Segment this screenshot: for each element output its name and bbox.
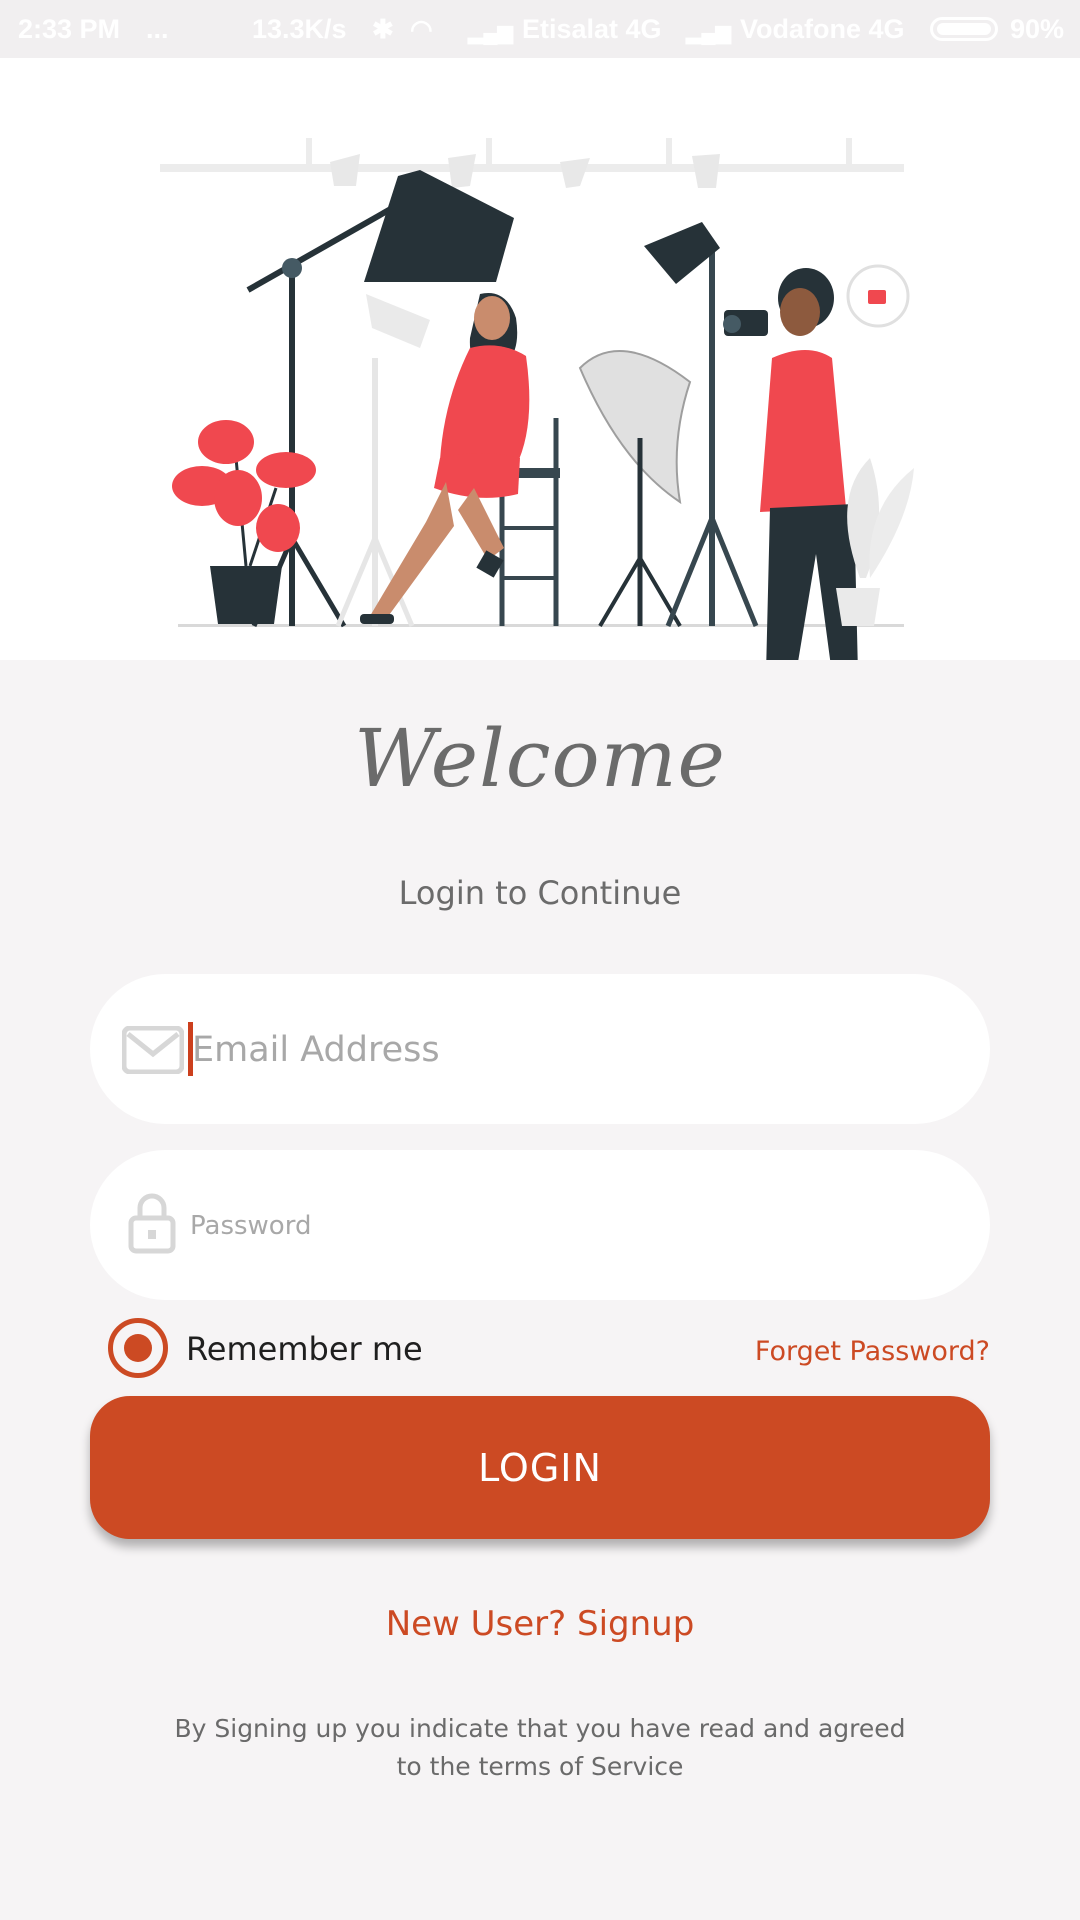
softbox-lamp (364, 170, 514, 282)
welcome-title: Welcome (354, 712, 726, 805)
signal-icon: ▂▄▆ (686, 22, 731, 44)
login-subtitle: Login to Continue (398, 874, 682, 912)
bluetooth-icon: ✱ (372, 14, 394, 44)
battery-icon (930, 17, 998, 41)
spot-lamp (644, 222, 720, 284)
login-screen: 2:33 PM ... 13.3K/s ✱ ◠ ▂▄▆ Etisalat 4G … (0, 0, 1080, 1920)
login-button[interactable]: LOGIN (90, 1396, 990, 1539)
email-input[interactable] (190, 1021, 954, 1079)
email-field[interactable] (90, 974, 990, 1124)
status-time: 2:33 PM (18, 14, 121, 44)
password-input[interactable] (188, 1200, 952, 1252)
terms-text: By Signing up you indicate that you have… (174, 1714, 906, 1781)
lock-icon (128, 1193, 176, 1254)
status-network-speed: 13.3K/s (252, 14, 347, 44)
status-carrier-2: Vodafone 4G (740, 14, 905, 44)
photo-studio-illustration (160, 138, 914, 660)
umbrella-light (578, 349, 692, 505)
remember-me-radio[interactable] (108, 1318, 168, 1378)
status-carrier-1: Etisalat 4G (522, 14, 662, 44)
status-battery: 90% (1010, 14, 1065, 44)
login-button-label: LOGIN (478, 1445, 602, 1490)
plant-pot (210, 566, 282, 624)
password-field[interactable] (90, 1150, 990, 1300)
plant-leaf (198, 420, 254, 464)
mail-icon (122, 1026, 184, 1074)
light-rail (160, 164, 904, 172)
hero-banner (0, 58, 1080, 660)
forgot-password-link[interactable]: Forget Password? (755, 1336, 990, 1367)
wifi-icon: ◠ (410, 14, 433, 44)
status-more: ... (146, 14, 169, 44)
remember-me-label[interactable]: Remember me (186, 1330, 423, 1368)
signal-icon: ▂▄▆ (468, 22, 513, 44)
status-bar: 2:33 PM ... 13.3K/s ✱ ◠ ▂▄▆ Etisalat 4G … (0, 0, 1080, 58)
signup-link[interactable]: New User? Signup (0, 1604, 1080, 1644)
